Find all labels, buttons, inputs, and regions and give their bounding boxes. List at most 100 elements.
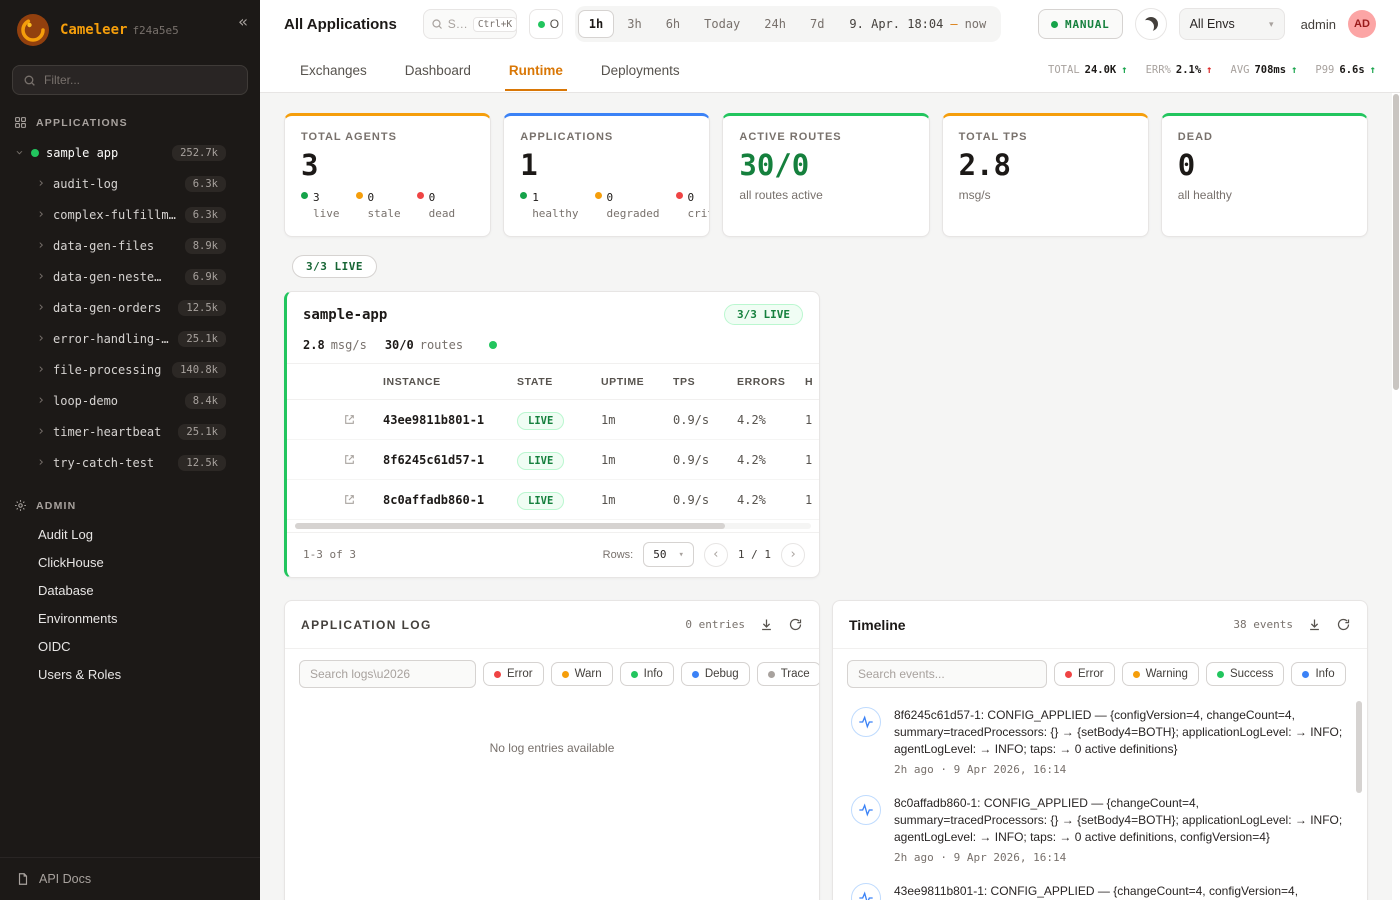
tab-deployments[interactable]: Deployments [585,50,696,91]
instance-id: 8f6245c61d57-1 [383,453,511,467]
sidebar-item-environments[interactable]: Environments [0,604,260,632]
tree-item-badge: 12.5k [178,300,226,316]
sidebar-item-route[interactable]: ›audit-log6.3k [0,168,260,199]
prev-page-button[interactable]: ‹ [704,543,728,567]
env-select[interactable]: All Envs ▾ [1179,8,1285,40]
sidebar-item-users-roles[interactable]: Users & Roles [0,660,260,688]
api-docs-link[interactable]: API Docs [0,857,260,900]
range-24h[interactable]: 24h [753,10,797,38]
filter-chip-warning[interactable]: Warning [1122,662,1199,686]
empty-state-text: No log entries available [285,741,819,755]
filter-input[interactable] [44,73,237,87]
range-7d[interactable]: 7d [799,10,835,38]
sidebar-item-route[interactable]: ›try-catch-test12.5k [0,447,260,478]
sidebar-item-clickhouse[interactable]: ClickHouse [0,548,260,576]
range-3h[interactable]: 3h [616,10,652,38]
sidebar-item-route[interactable]: ›complex-fulfillm…6.3k [0,199,260,230]
date-from[interactable]: 9. Apr. 18:04 [849,17,943,31]
tree-item-badge: 140.8k [172,362,226,378]
range-today[interactable]: Today [693,10,751,38]
sidebar-item-route[interactable]: ›loop-demo8.4k [0,385,260,416]
global-search[interactable]: S… Ctrl+K [423,9,517,39]
application-name[interactable]: sample-app [303,307,387,323]
scrollbar-thumb[interactable] [295,523,725,529]
table-row[interactable]: 43ee9811b801-1 LIVE 1m 0.9/s 4.2% 1 [287,400,819,440]
stat-value: 0 [1178,151,1351,180]
sidebar-item-route[interactable]: ›data-gen-neste…6.9k [0,261,260,292]
chevron-right-icon: › [36,270,46,283]
filter-chip-error[interactable]: Error [1054,662,1115,686]
filter-chip-info[interactable]: Info [1291,662,1345,686]
date-to[interactable]: now [965,17,987,31]
tree-item-badge: 6.3k [185,207,226,223]
page-scrollbar-thumb[interactable] [1393,94,1399,390]
online-toggle[interactable]: O [529,9,563,39]
external-link-icon[interactable] [343,493,377,506]
sidebar-item-sample-app[interactable]: › sample app 252.7k [0,137,260,168]
chevron-right-icon: › [36,394,46,407]
status-dot [1065,671,1072,678]
tree-item-badge: 25.1k [178,331,226,347]
refresh-icon[interactable] [788,617,803,632]
sidebar-filter [12,65,248,95]
log-search-input[interactable] [299,660,476,688]
sidebar-item-oidc[interactable]: OIDC [0,632,260,660]
range-6h[interactable]: 6h [655,10,691,38]
filter-chip-trace[interactable]: Trace [757,662,820,686]
dark-mode-toggle[interactable] [1135,8,1167,40]
event-timestamp: 2h ago · 9 Apr 2026, 16:14 [894,763,1349,776]
avatar[interactable]: AD [1348,10,1376,38]
tree-item-label: audit-log [53,177,118,191]
timeline-event[interactable]: 8c0affadb860-1: CONFIG_APPLIED — {change… [851,795,1349,864]
routes-unit: routes [420,338,463,352]
horizontal-scrollbar[interactable] [295,523,811,529]
download-icon[interactable] [759,617,774,632]
filter-chip-debug[interactable]: Debug [681,662,750,686]
rows-per-page-select[interactable]: 50 ▾ [643,542,694,567]
stat-label: APPLICATIONS [520,131,693,143]
sidebar-item-database[interactable]: Database [0,576,260,604]
sidebar-item-route[interactable]: ›timer-heartbeat25.1k [0,416,260,447]
tree-item-label: file-processing [53,363,161,377]
refresh-icon[interactable] [1336,617,1351,632]
metric-err: ERR%2.1%↑ [1146,64,1213,76]
external-link-icon[interactable] [343,413,377,426]
trend-up-icon: ↑ [1206,64,1212,76]
filter-chip-warn[interactable]: Warn [551,662,613,686]
online-dot [538,21,545,28]
tab-exchanges[interactable]: Exchanges [284,50,383,91]
table-row[interactable]: 8f6245c61d57-1 LIVE 1m 0.9/s 4.2% 1 [287,440,819,480]
logo-env-id: f24a5e5 [132,24,178,37]
sidebar-item-route[interactable]: ›data-gen-files8.9k [0,230,260,261]
date-separator: — [950,17,957,31]
chevron-right-icon: › [36,301,46,314]
chevron-right-icon: › [36,332,46,345]
filter-chip-info[interactable]: Info [620,662,674,686]
sidebar-item-route[interactable]: ›file-processing140.8k [0,354,260,385]
timeline-event[interactable]: 8f6245c61d57-1: CONFIG_APPLIED — {config… [851,707,1349,776]
sidebar-item-route[interactable]: ›data-gen-orders12.5k [0,292,260,323]
breakdown-dead: 0dead [417,190,456,222]
content: TOTAL AGENTS 3 3live 0stale 0dead APPLIC… [260,93,1400,900]
tab-runtime[interactable]: Runtime [493,50,579,91]
sidebar-item-route[interactable]: ›error-handling-…25.1k [0,323,260,354]
collapse-sidebar-button[interactable]: « [238,12,248,31]
next-page-button[interactable]: › [781,543,805,567]
row-range: 1-3 of 3 [303,548,356,561]
timeline-event[interactable]: 43ee9811b801-1: CONFIG_APPLIED — {change… [851,883,1349,900]
chevron-right-icon: › [36,208,46,221]
search-icon [431,18,443,30]
filter-chip-error[interactable]: Error [483,662,544,686]
tree-item-badge: 25.1k [178,424,226,440]
download-icon[interactable] [1307,617,1322,632]
filter-chip-success[interactable]: Success [1206,662,1284,686]
tab-dashboard[interactable]: Dashboard [389,50,487,91]
event-search-input[interactable] [847,660,1047,688]
timeline-scrollbar[interactable] [1356,701,1362,793]
external-link-icon[interactable] [343,453,377,466]
sidebar-item-audit-log[interactable]: Audit Log [0,520,260,548]
manual-mode-button[interactable]: MANUAL [1038,9,1123,39]
live-summary-chip[interactable]: 3/3 LIVE [292,255,377,278]
range-1h[interactable]: 1h [578,10,614,38]
table-row[interactable]: 8c0affadb860-1 LIVE 1m 0.9/s 4.2% 1 [287,480,819,520]
